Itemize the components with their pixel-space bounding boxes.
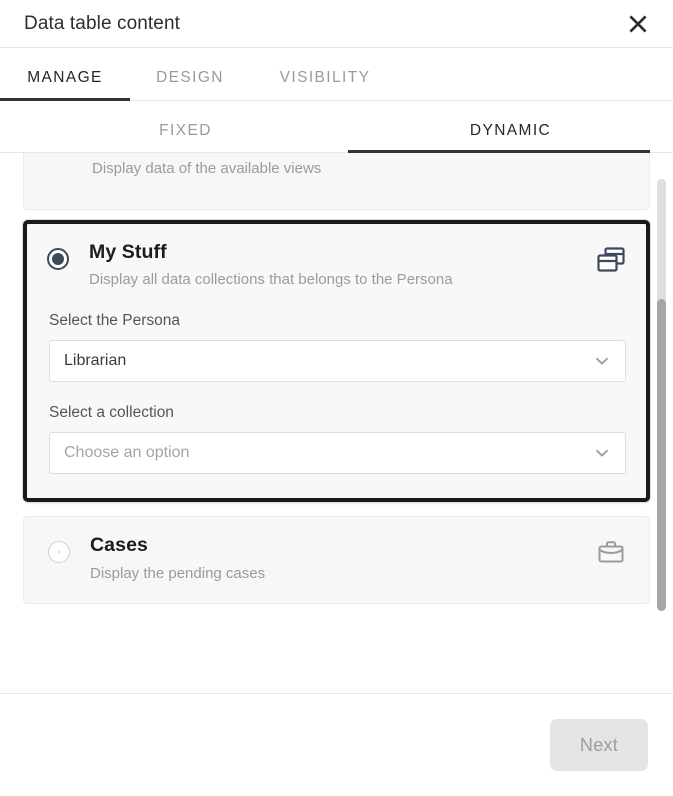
option-my-stuff-texts: My Stuff Display all data collections th…: [89, 241, 582, 290]
next-button[interactable]: Next: [550, 719, 648, 771]
page-title: Data table content: [24, 12, 181, 34]
select-collection[interactable]: Choose an option: [49, 432, 626, 475]
collections-stack-icon: [594, 246, 626, 274]
field-select-persona-label: Select the Persona: [49, 312, 180, 330]
option-my-stuff-description: Display all data collections that belong…: [89, 271, 453, 289]
field-select-collection-label: Select a collection: [49, 404, 174, 422]
close-icon: [627, 13, 649, 35]
option-card-cases[interactable]: Cases Display the pending cases: [23, 516, 650, 605]
radio-my-stuff[interactable]: [47, 248, 69, 270]
tab-design[interactable]: DESIGN: [130, 69, 250, 100]
option-card-my-stuff[interactable]: My Stuff Display all data collections th…: [23, 220, 650, 503]
option-clipped-description: Display data of the available views: [92, 160, 322, 177]
scrollbar-track[interactable]: [657, 179, 666, 611]
dialog-footer: Next: [0, 693, 673, 796]
radio-cases[interactable]: [48, 541, 70, 564]
data-table-content-dialog: Data table content MANAGE DESIGN VISIBIL…: [0, 0, 673, 796]
tab-fixed[interactable]: FIXED: [23, 122, 348, 152]
dialog-body: Display data of the available views My S…: [0, 153, 673, 693]
option-cases-header: Cases Display the pending cases: [48, 534, 625, 583]
sub-tabs: FIXED DYNAMIC: [0, 101, 673, 153]
option-my-stuff-title: My Stuff: [89, 241, 167, 263]
main-tabs: MANAGE DESIGN VISIBILITY: [0, 48, 673, 101]
option-cases-title: Cases: [90, 534, 148, 557]
close-button[interactable]: [621, 7, 655, 41]
tab-manage[interactable]: MANAGE: [0, 69, 130, 101]
sub-tabs-spacer: [0, 140, 23, 152]
chevron-down-icon: [593, 445, 611, 461]
field-select-persona: Select the Persona Librarian: [47, 312, 626, 383]
option-cases-texts: Cases Display the pending cases: [90, 534, 581, 583]
tab-dynamic[interactable]: DYNAMIC: [348, 122, 673, 153]
options-scroll-area: Display data of the available views My S…: [0, 153, 673, 693]
option-cases-description: Display the pending cases: [90, 564, 266, 582]
option-card-clipped[interactable]: Display data of the available views: [23, 153, 650, 210]
chevron-down-icon: [593, 353, 611, 369]
briefcase-icon: [593, 539, 625, 565]
tab-visibility[interactable]: VISIBILITY: [250, 69, 400, 100]
dialog-header: Data table content: [0, 0, 673, 48]
select-collection-value: Choose an option: [64, 444, 190, 462]
select-persona-value: Librarian: [64, 352, 127, 370]
scrollbar-thumb[interactable]: [657, 299, 666, 611]
select-persona[interactable]: Librarian: [49, 340, 626, 383]
field-select-collection: Select a collection Choose an option: [47, 404, 626, 475]
option-my-stuff-header: My Stuff Display all data collections th…: [47, 241, 626, 290]
